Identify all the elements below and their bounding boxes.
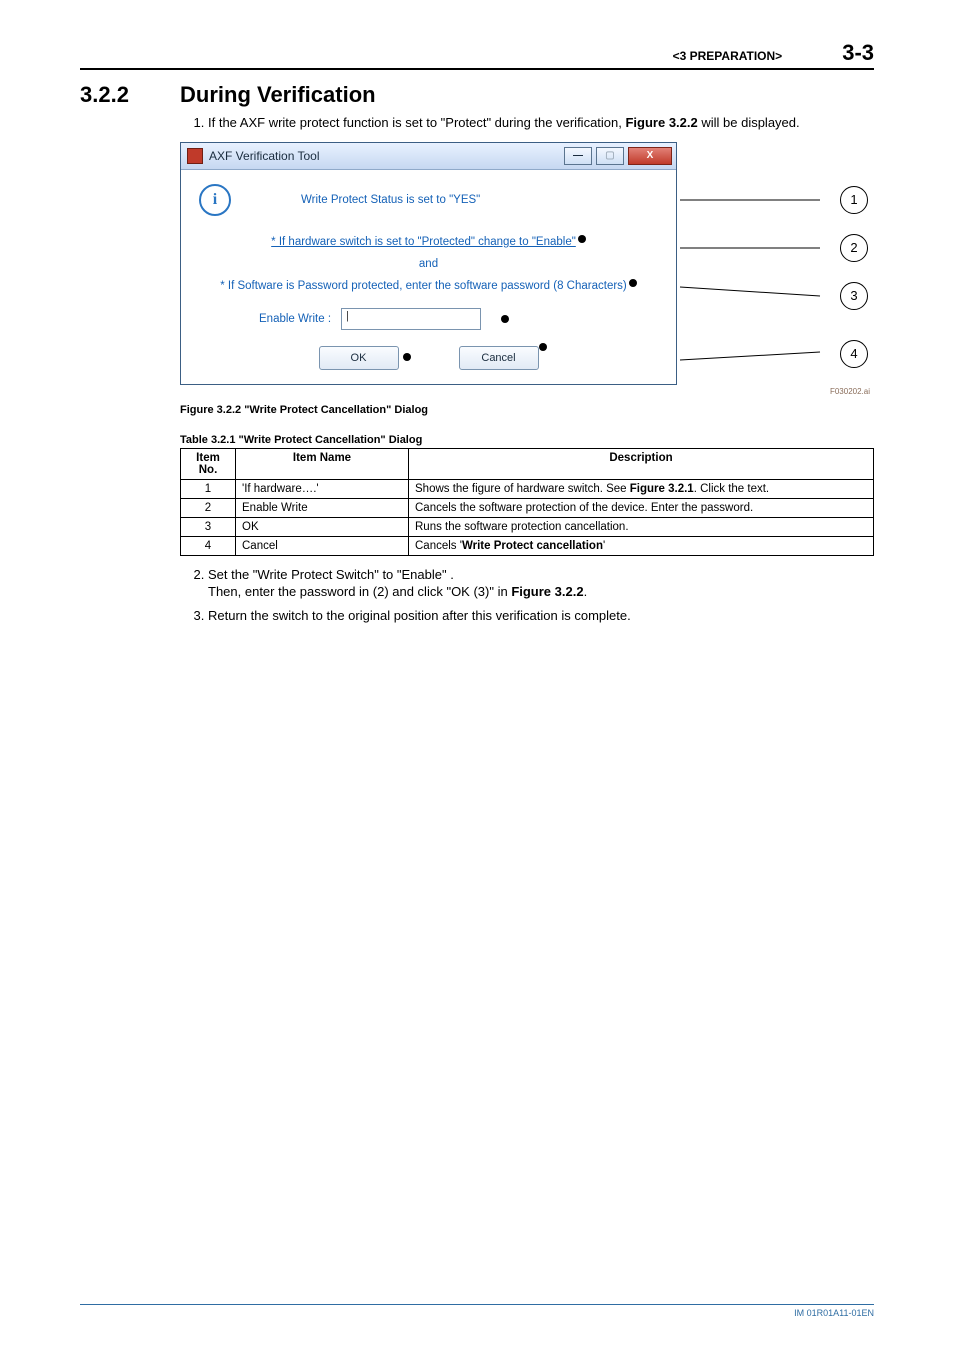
- step-1-figref: Figure 3.2.2: [625, 115, 697, 130]
- callout-4: 4: [840, 340, 868, 368]
- step-1: If the AXF write protect function is set…: [208, 114, 874, 132]
- section-title: During Verification: [180, 82, 376, 108]
- figure-wrap: AXF Verification Tool — ▢ X i Write Prot…: [180, 142, 874, 396]
- step-2: Set the "Write Protect Switch" to "Enabl…: [208, 566, 874, 601]
- table-row: 2 Enable Write Cancels the software prot…: [181, 498, 874, 517]
- table-row: 1 'If hardware….' Shows the figure of ha…: [181, 479, 874, 498]
- th-desc: Description: [409, 448, 874, 479]
- enable-write-input[interactable]: |: [341, 308, 481, 330]
- dialog-window: AXF Verification Tool — ▢ X i Write Prot…: [180, 142, 677, 385]
- page-number: 3-3: [842, 40, 874, 66]
- window-title: AXF Verification Tool: [209, 149, 320, 163]
- th-itemname: Item Name: [236, 448, 409, 479]
- enable-write-label: Enable Write :: [259, 313, 331, 325]
- table-caption: Table 3.2.1 "Write Protect Cancellation"…: [180, 434, 874, 446]
- callout-2: 2: [840, 234, 868, 262]
- app-icon: [187, 148, 203, 164]
- th-itemno: Item No.: [181, 448, 236, 479]
- title-bar: AXF Verification Tool — ▢ X: [181, 143, 676, 170]
- page-header: <3 PREPARATION> 3-3: [80, 40, 874, 70]
- step-1-text-after: will be displayed.: [698, 115, 800, 130]
- info-icon: i: [199, 184, 231, 216]
- table-row: 3 OK Runs the software protection cancel…: [181, 517, 874, 536]
- figure-file-label: F030202.ai: [180, 387, 870, 396]
- callout-3: 3: [840, 282, 868, 310]
- and-label: and: [199, 258, 658, 270]
- cancel-button[interactable]: Cancel: [459, 346, 539, 370]
- maximize-button[interactable]: ▢: [596, 147, 624, 165]
- chapter-label: <3 PREPARATION>: [673, 49, 783, 63]
- description-table: Item No. Item Name Description 1 'If har…: [180, 448, 874, 556]
- footer-code: IM 01R01A11-01EN: [80, 1304, 874, 1318]
- minimize-button[interactable]: —: [564, 147, 592, 165]
- step-3: Return the switch to the original positi…: [208, 607, 874, 625]
- close-button[interactable]: X: [628, 147, 672, 165]
- hw-switch-link[interactable]: * If hardware switch is set to "Protecte…: [271, 236, 576, 248]
- step-1-text-before: If the AXF write protect function is set…: [208, 115, 625, 130]
- sw-password-line: * If Software is Password protected, ent…: [220, 280, 627, 292]
- table-row: 4 Cancel Cancels 'Write Protect cancella…: [181, 536, 874, 555]
- ok-button[interactable]: OK: [319, 346, 399, 370]
- callout-1: 1: [840, 186, 868, 214]
- figure-caption: Figure 3.2.2 "Write Protect Cancellation…: [180, 404, 874, 416]
- section-number: 3.2.2: [80, 82, 180, 108]
- status-line: Write Protect Status is set to "YES": [301, 194, 480, 206]
